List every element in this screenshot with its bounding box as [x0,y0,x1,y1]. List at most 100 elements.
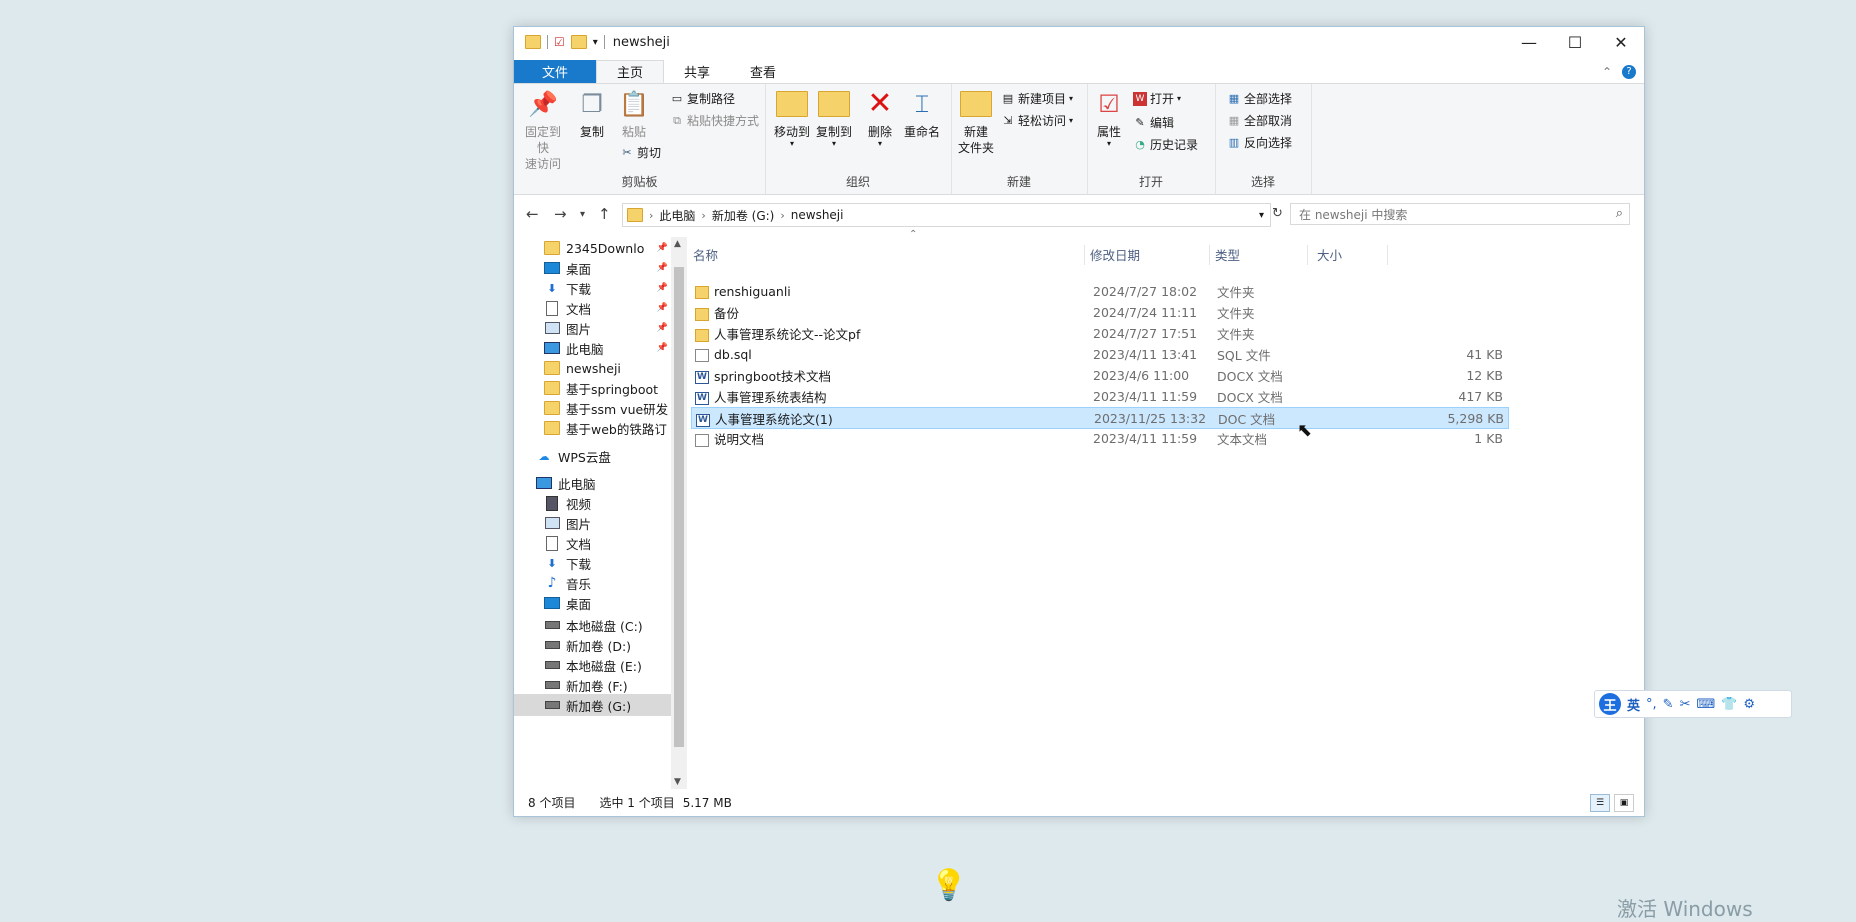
tab-share[interactable]: 共享 [664,60,730,83]
minimize-button[interactable]: — [1506,27,1552,57]
nav-item[interactable]: 图片 [514,512,671,534]
help-icon[interactable]: ? [1622,64,1636,79]
column-header-name[interactable]: 名称 [693,245,718,264]
nav-item[interactable]: ⬇ 下载 📌 [514,277,671,299]
open-button[interactable]: W 打开 ▾ [1133,90,1181,107]
activate-windows-watermark: 激活 Windows [1617,897,1753,921]
select-none-button[interactable]: ▦ 全部取消 [1227,112,1292,129]
nav-item[interactable]: 新加卷 (F:) [514,674,671,696]
large-icons-view-icon[interactable]: ▣ [1614,794,1634,812]
settings-gear-icon[interactable]: ⚙ [1743,697,1755,712]
scrollbar-thumb[interactable] [674,267,684,747]
nav-item[interactable]: 此电脑 [514,472,671,494]
punctuation-icon[interactable]: °, [1646,697,1657,712]
copy-path-button[interactable]: ▭ 复制路径 [670,90,735,107]
properties-icon[interactable]: ☑ [554,35,565,49]
file-row[interactable]: db.sql 2023/4/11 13:41 SQL 文件 41 KB [691,344,1507,364]
tab-home[interactable]: 主页 [596,60,665,83]
cut-button[interactable]: ✂ 剪切 [620,144,661,161]
nav-item[interactable]: 本地磁盘 (E:) [514,654,671,676]
keyboard-icon[interactable]: ⌨ [1696,697,1715,712]
lightbulb-icon[interactable]: 💡 [930,868,967,903]
nav-item[interactable]: ⬇ 下载 [514,552,671,574]
tab-file[interactable]: 文件 [514,60,597,83]
new-folder-button[interactable]: 新建 文件夹 [957,88,995,156]
screenshot-scissors-icon[interactable]: ✂ [1680,697,1691,712]
back-arrow-icon[interactable]: ← [526,205,539,223]
paste-button[interactable]: 📋 粘贴 [618,88,650,140]
copy-to-button[interactable]: 复制到 ▾ [815,88,853,148]
easy-access-button[interactable]: ⇲ 轻松访问 ▾ [1001,112,1073,129]
scroll-up-icon[interactable]: ▲ [674,239,681,249]
ime-language-toggle[interactable]: 英 [1627,695,1640,714]
column-header-type[interactable]: 类型 [1215,245,1240,264]
forward-arrow-icon[interactable]: → [554,205,567,223]
history-button[interactable]: ◔ 历史记录 [1133,136,1198,153]
breadcrumb-this-pc[interactable]: 此电脑 [659,207,695,224]
nav-item[interactable]: newsheji [514,357,671,379]
nav-item[interactable]: 新加卷 (G:) [514,694,671,716]
nav-item[interactable]: 2345Downlo 📌 [514,237,671,259]
column-header-modified[interactable]: 修改日期 [1090,245,1140,264]
nav-item[interactable]: 桌面 📌 [514,257,671,279]
search-input[interactable]: 在 newsheji 中搜索 ⌕ [1290,203,1630,225]
close-button[interactable]: ✕ [1598,27,1644,57]
address-dropdown-icon[interactable]: ▾ [1259,210,1264,221]
nav-item[interactable]: 基于springboot [514,377,671,399]
pin-quick-access-button[interactable]: 📌 固定到快 速访问 [520,88,566,172]
paste-shortcut-button[interactable]: ⧉ 粘贴快捷方式 [670,112,759,129]
nav-item[interactable]: 桌面 [514,592,671,614]
nav-item[interactable]: ☁ WPS云盘 [514,445,671,467]
nav-item[interactable]: 文档 📌 [514,297,671,319]
skin-shirt-icon[interactable]: 👕 [1721,697,1737,712]
ribbon: 📌 固定到快 速访问 ❐ 复制 📋 粘贴 ▭ 复制路径 ⧉ 粘贴快捷方式 ✂ 剪 [514,83,1644,195]
file-row[interactable]: 说明文档 2023/4/11 11:59 文本文档 1 KB [691,428,1507,448]
file-modified: 2023/4/6 11:00 [1093,367,1190,383]
nav-item[interactable]: 视频 [514,492,671,514]
new-item-icon: ▤ [1002,92,1014,105]
file-list: 名称 ⌃ 修改日期 类型 大小 renshiguanli 2024/7/27 18… [687,229,1644,789]
file-modified: 2024/7/24 11:11 [1093,304,1198,320]
file-row[interactable]: W 人事管理系统表结构 2023/4/11 11:59 DOCX 文档 417 KB [691,386,1507,406]
file-row[interactable]: 人事管理系统论文--论文pf 2024/7/27 17:51 文件夹 [691,323,1507,343]
delete-button[interactable]: ✕ 删除 ▾ [865,88,895,148]
nav-item-label: 文档 [566,301,592,317]
breadcrumb-newsheji[interactable]: newsheji [791,208,844,222]
nav-item[interactable]: 基于ssm vue研发 [514,397,671,419]
nav-item[interactable]: 文档 [514,532,671,554]
new-folder-icon[interactable] [570,35,587,49]
up-arrow-icon[interactable]: ↑ [598,205,611,223]
file-row[interactable]: renshiguanli 2024/7/27 18:02 文件夹 [691,281,1507,301]
nav-item[interactable]: 本地磁盘 (C:) [514,614,671,636]
rename-button[interactable]: ⌶ 重命名 [901,88,943,140]
file-row[interactable]: W 人事管理系统论文(1) 2023/11/25 13:32 DOC 文档 5,298 … [691,407,1509,429]
nav-item[interactable]: 新加卷 (D:) [514,634,671,656]
details-view-icon[interactable]: ☰ [1590,794,1610,812]
breadcrumb-drive-g[interactable]: 新加卷 (G:) [712,207,775,224]
refresh-icon[interactable]: ↻ [1272,206,1283,221]
nav-item[interactable]: 图片 📌 [514,317,671,339]
copy-button[interactable]: ❐ 复制 [576,88,608,140]
address-box[interactable]: › 此电脑 › 新加卷 (G:) › newsheji ▾ [622,203,1271,227]
column-header-size[interactable]: 大小 [1317,245,1342,264]
collapse-ribbon-icon[interactable]: ⌃ [1602,65,1612,79]
handwriting-icon[interactable]: ✎ [1663,697,1674,712]
invert-selection-button[interactable]: ▥ 反向选择 [1227,134,1292,151]
maximize-button[interactable]: ☐ [1552,27,1598,57]
nav-item[interactable]: 基于web的铁路订 [514,417,671,439]
move-to-button[interactable]: 移动到 ▾ [773,88,811,148]
nav-item[interactable]: ♪ 音乐 [514,572,671,594]
nav-item[interactable]: 此电脑 📌 [514,337,671,359]
new-item-button[interactable]: ▤ 新建项目 ▾ [1001,90,1073,107]
recent-locations-icon[interactable]: ▾ [580,209,585,220]
ime-logo-icon[interactable]: 王 [1599,693,1621,715]
file-row[interactable]: Wspringboot技术文档 2023/4/6 11:00 DOCX 文档 12 K… [691,365,1507,385]
select-all-button[interactable]: ▦ 全部选择 [1227,90,1292,107]
properties-button[interactable]: ☑ 属性 ▾ [1093,88,1125,148]
edit-button[interactable]: ✎ 编辑 [1133,114,1174,131]
nav-scrollbar[interactable]: ▲ ▼ [671,237,687,789]
file-row[interactable]: 备份 2024/7/24 11:11 文件夹 [691,302,1507,322]
tab-view[interactable]: 查看 [730,60,796,83]
customize-qat-icon[interactable]: ▾ [593,37,598,48]
scroll-down-icon[interactable]: ▼ [674,777,681,787]
